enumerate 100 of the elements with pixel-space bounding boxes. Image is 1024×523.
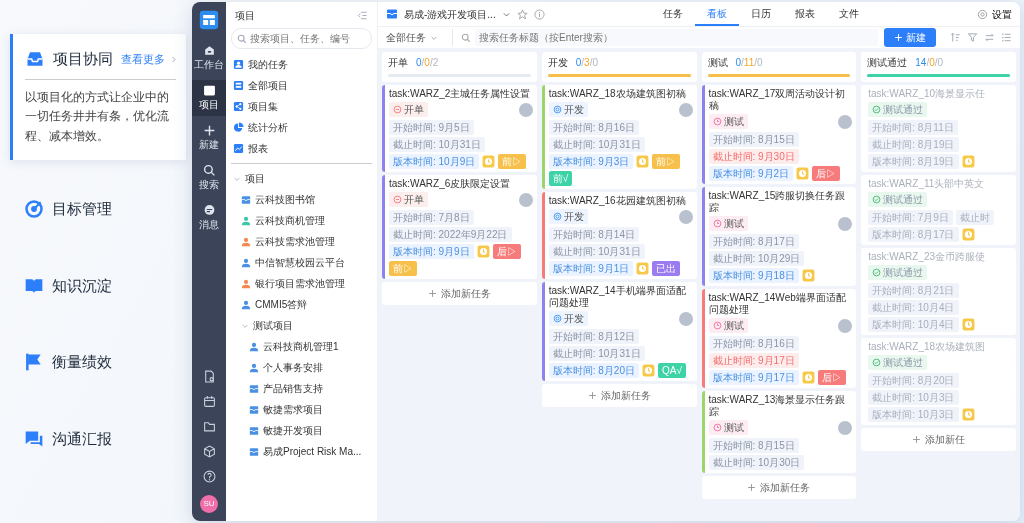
feature-title: 项目协同: [53, 49, 113, 69]
nav-item[interactable]: 报表: [231, 138, 372, 159]
date-label: 开始时间: 8月21日: [868, 283, 959, 298]
tab[interactable]: 文件: [826, 2, 871, 26]
add-task-button[interactable]: 添加新任: [861, 428, 1016, 451]
collapse-icon[interactable]: [357, 10, 368, 21]
date-label: 开始时间: 8月20日: [868, 373, 959, 388]
status-icon: [552, 105, 562, 114]
panel-title: 项目: [235, 9, 255, 23]
date-label: 开始时间: 8月12日: [548, 329, 639, 344]
status-icon: [872, 195, 882, 204]
tree-item[interactable]: CMMI5答辩: [231, 294, 372, 315]
info-icon[interactable]: [533, 8, 545, 20]
date-label: 截止时间: 10月29日: [708, 251, 805, 266]
sidebar-item[interactable]: 新建: [192, 120, 226, 156]
tree-item[interactable]: 产品销售支持: [231, 378, 372, 399]
column-title: 开单: [388, 56, 408, 70]
tab[interactable]: 任务: [650, 2, 695, 26]
date-label: 开始时间: 9月5日: [389, 120, 474, 135]
add-task-button[interactable]: 添加新任务: [541, 384, 697, 407]
tree-item[interactable]: 云科技商机管理1: [231, 336, 372, 357]
nav-item[interactable]: 我的任务: [231, 54, 372, 75]
new-button[interactable]: 新建: [884, 28, 936, 47]
task-card[interactable]: task:WARZ_6皮肤限定设置 开单 开始时间: 7月8日 截止时间: 2022年9月22日 版本时间: 9月9日 后▷ 前▷: [382, 175, 537, 279]
nav-item[interactable]: 统计分析: [231, 117, 372, 138]
swap-icon[interactable]: [984, 32, 995, 43]
task-card[interactable]: task:WARZ_2主城任务属性设置 开单 开始时间: 9月5日 截止时间: 10月31日 版本时间: 10月9日 前▷: [382, 85, 537, 172]
date-label: 截止时间: 10月31日: [548, 346, 645, 361]
task-card[interactable]: task:WARZ_18农场建筑图初稿 开发 开始时间: 8月16日 截止时间: 10月31日 版本时间: 9月3日 前▷ 前√: [541, 85, 697, 189]
status-icon: [552, 212, 562, 221]
tree-item[interactable]: 中信智慧校园云平台: [231, 252, 372, 273]
date-label: 截止时间: 2022年9月22日: [389, 227, 512, 242]
task-card[interactable]: task:WARZ_14Web端界面适配问题处理 测试 开始时间: 8月16日 截止时间: 9月17日 版本时间: 9月17日 后▷: [701, 289, 857, 388]
date-label: 版本时间: 9月2日: [708, 166, 794, 181]
tree-item[interactable]: 易成Project Risk Ma...: [231, 441, 372, 462]
tab[interactable]: 报表: [782, 2, 827, 26]
sidebar-item[interactable]: 项目: [192, 80, 226, 116]
feature-title: 知识沉淀: [52, 275, 112, 296]
task-card[interactable]: task:WARZ_16花园建筑图初稿 开发 开始时间: 8月14日 截止时间: 10月31日 版本时间: 9月1日 已出: [541, 192, 697, 279]
tree-item[interactable]: 银行项目需求池管理: [231, 273, 372, 294]
tree-item[interactable]: 测试项目: [231, 315, 372, 336]
more-link[interactable]: 查看更多: [121, 51, 178, 68]
sidebar-item[interactable]: 消息: [192, 200, 226, 236]
person-icon: [233, 59, 244, 70]
help-icon[interactable]: [202, 470, 216, 483]
date-label: 开始时间: 8月14日: [548, 227, 639, 242]
list-icon[interactable]: [1001, 32, 1012, 43]
add-task-button[interactable]: 添加新任务: [382, 282, 537, 305]
settings-button[interactable]: 设置: [977, 6, 1012, 22]
folder-icon[interactable]: [202, 420, 216, 433]
date-label: 开始时间: 8月15日: [708, 438, 799, 453]
task-card[interactable]: task:WARZ_17双周活动设计初稿 测试 开始时间: 8月15日 截止时间: 9月30日 版本时间: 9月2日 后▷: [701, 85, 857, 184]
cube-icon[interactable]: [202, 445, 216, 458]
plus-icon: [747, 483, 757, 492]
date-label: 版本时间: 9月18日: [708, 268, 799, 283]
calendar-icon[interactable]: [202, 395, 216, 408]
date-label: 版本时间: 8月17日: [868, 227, 959, 242]
tree-item[interactable]: 敏捷开发项目: [231, 420, 372, 441]
date-label: 截止时间: 10月30日: [708, 455, 805, 470]
date-label: 版本时间: 9月1日: [548, 261, 634, 276]
star-icon[interactable]: [516, 8, 528, 20]
feature-item[interactable]: 目标管理: [10, 176, 186, 243]
tree-item[interactable]: 敏捷需求项目: [231, 399, 372, 420]
search-icon: [237, 33, 247, 44]
filter-icon[interactable]: [967, 32, 978, 43]
nav-item[interactable]: 全部项目: [231, 75, 372, 96]
add-task-button[interactable]: 添加新任务: [701, 476, 857, 499]
date-label: 版本时间: 10月3日: [868, 407, 959, 422]
sort-icon[interactable]: [950, 32, 961, 43]
gear-icon: [977, 8, 988, 20]
search-icon[interactable]: [461, 32, 471, 43]
tree-item[interactable]: 云科技商机管理: [231, 210, 372, 231]
feature-item[interactable]: 衡量绩效: [10, 329, 186, 396]
sidebar-item[interactable]: 工作台: [192, 40, 226, 76]
tag: 后▷: [812, 166, 841, 181]
status-tag: 测试: [708, 318, 748, 333]
tree-item[interactable]: 个人事务安排: [231, 357, 372, 378]
task-card[interactable]: task:WARZ_13海景显示任务跟踪 测试 开始时间: 8月15日 截止时间: 10月30日: [701, 391, 857, 473]
tab[interactable]: 日历: [738, 2, 783, 26]
feature-card[interactable]: 项目协同 查看更多 以项目化的方式让企业中的一切任务井井有条，优化流程、减本增效。: [10, 34, 186, 161]
task-search-field[interactable]: 搜索任务标题（按Enter搜索）: [475, 29, 878, 46]
tree-item[interactable]: 云科技图书馆: [231, 189, 372, 210]
nav-item[interactable]: 项目集: [231, 96, 372, 117]
feature-item[interactable]: 沟通汇报: [10, 405, 186, 473]
list-icon: [233, 80, 244, 91]
sidebar-item[interactable]: 搜索: [192, 160, 226, 196]
feature-item[interactable]: 知识沉淀: [10, 252, 186, 320]
status-icon: [712, 423, 722, 432]
tag: 前√: [548, 171, 573, 186]
filter-dropdown[interactable]: 全部任务: [386, 30, 438, 45]
status-tag: 测试: [708, 114, 748, 129]
task-title: task:WARZ_11头部中英文: [868, 178, 986, 190]
search-field[interactable]: 搜索项目、任务、编号: [231, 28, 372, 49]
task-card[interactable]: task:WARZ_14手机端界面适配问题处理 开发 开始时间: 8月12日 截止时间: 10月31日 版本时间: 8月20日 QA√: [541, 282, 697, 381]
tree-item[interactable]: 云科技需求池管理: [231, 231, 372, 252]
document-icon[interactable]: [202, 370, 216, 383]
tree-item[interactable]: 项目: [231, 168, 372, 189]
house-icon: [202, 44, 216, 57]
task-card[interactable]: task:WARZ_15跨服切换任务跟踪 测试 开始时间: 8月17日 截止时间: 10月29日 版本时间: 9月18日: [701, 187, 857, 286]
task-title: task:WARZ_6皮肤限定设置: [389, 178, 512, 190]
